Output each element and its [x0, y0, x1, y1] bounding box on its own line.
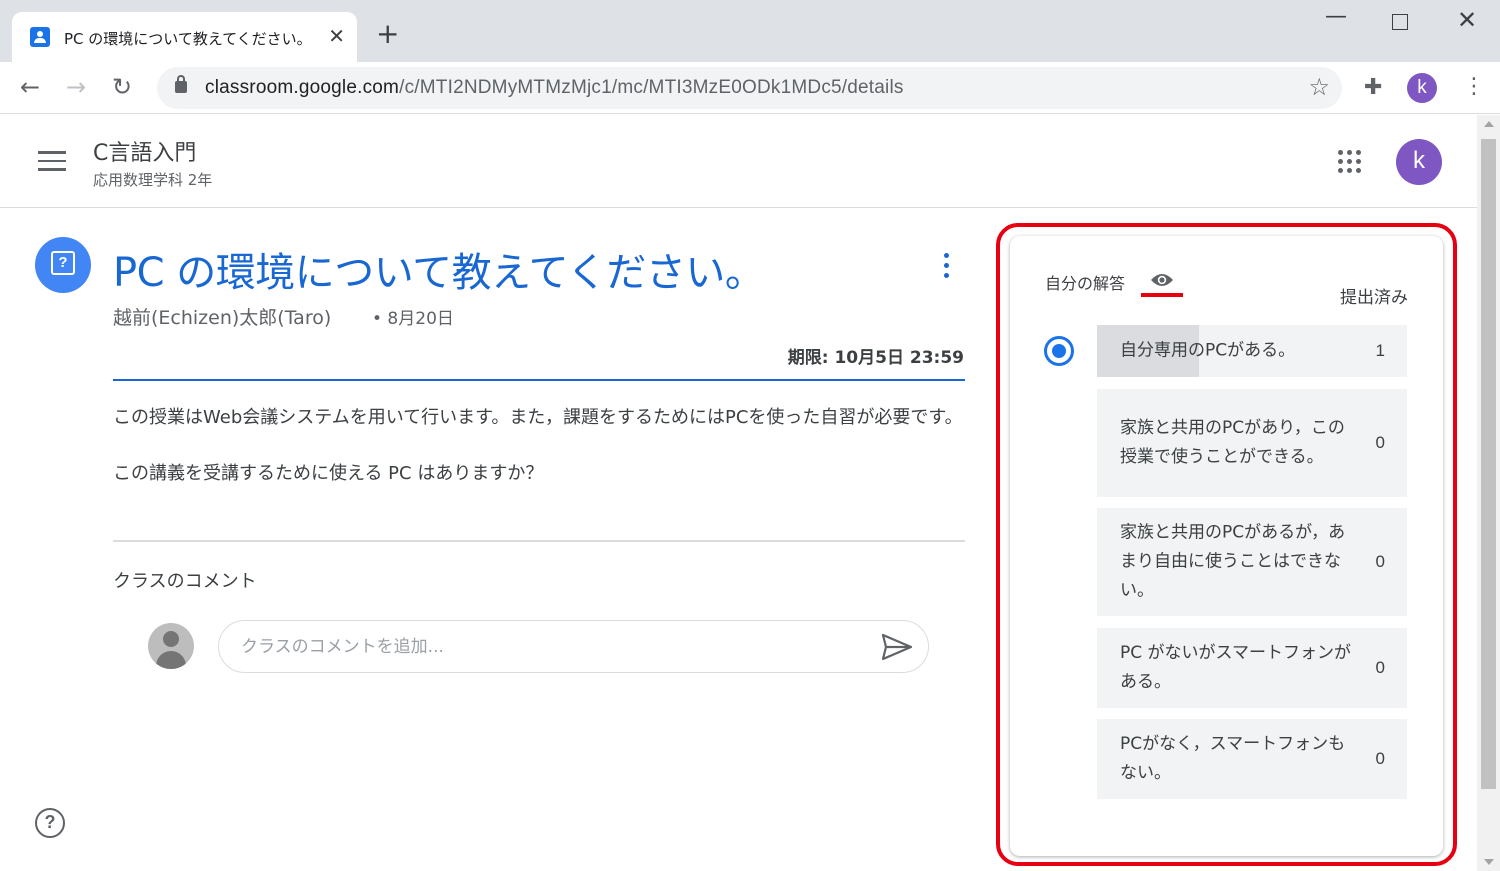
help-icon[interactable]: ? — [35, 808, 65, 838]
url-host: classroom.google.com — [205, 77, 400, 98]
classroom-app-bar: C言語入門 応用数理学科 2年 k — [0, 115, 1477, 208]
description-paragraph: この講義を受講するために使える PC はありますか？ — [113, 463, 544, 484]
browser-menu-icon[interactable]: ⋮ — [1463, 74, 1485, 99]
class-comments-label: クラスのコメント — [113, 571, 257, 592]
answer-option: PCがなく，スマートフォンもない。 0 — [1097, 719, 1407, 799]
extensions-puzzle-icon[interactable]: ✚ — [1364, 75, 1382, 100]
class-section: 応用数理学科 2年 — [93, 171, 213, 189]
answer-option-count: 0 — [1375, 658, 1385, 677]
tab-title: PC の環境について教えてください。 — [64, 30, 312, 48]
classroom-favicon-icon — [30, 27, 50, 47]
your-answer-label: 自分の解答 — [1045, 274, 1126, 293]
reload-icon[interactable]: ↻ — [112, 72, 132, 102]
question-author: 越前(Echizen)太郎(Taro) — [113, 307, 332, 329]
page-scrollbar[interactable] — [1477, 115, 1500, 871]
answer-option: 自分専用のPCがある。 1 — [1097, 325, 1407, 377]
url-text[interactable]: classroom.google.com/c/MTI2NDMyMTMzMjc1/… — [205, 77, 904, 99]
class-comment-input[interactable] — [218, 620, 929, 673]
browser-tab[interactable]: PC の環境について教えてください。 ✕ — [12, 12, 357, 62]
question-title: PC の環境について教えてください。 — [113, 250, 765, 296]
eye-highlight-underline — [1141, 293, 1183, 297]
maximize-icon[interactable] — [1392, 14, 1408, 30]
answer-option-text: PCがなく，スマートフォンもない。 — [1120, 734, 1346, 783]
address-bar[interactable]: classroom.google.com/c/MTI2NDMyMTMzMjc1/… — [157, 67, 1342, 109]
window-close-icon[interactable]: ✕ — [1457, 6, 1477, 34]
eye-icon[interactable] — [1150, 272, 1174, 288]
browser-tabstrip: PC の環境について教えてください。 ✕ + — ✕ — [0, 0, 1500, 62]
answer-option-count: 0 — [1375, 433, 1385, 452]
submission-status: 提出済み — [1340, 288, 1408, 308]
bookmark-star-icon[interactable]: ☆ — [1308, 73, 1330, 101]
scroll-down-icon[interactable] — [1484, 859, 1494, 865]
class-name[interactable]: C言語入門 — [93, 135, 196, 167]
question-description: この授業はWeb会議システムを用いて行います。また，課題をするためにはPCを使っ… — [113, 404, 965, 488]
commenter-avatar — [148, 623, 194, 669]
answer-option-count: 0 — [1375, 749, 1385, 768]
more-options-icon[interactable] — [944, 253, 950, 279]
browser-toolbar: ← → ↻ classroom.google.com/c/MTI2NDMyMTM… — [0, 62, 1500, 114]
title-divider — [113, 379, 965, 381]
answer-card: 自分の解答 提出済み 自分専用のPCがある。 1 家族と共用のPCがあり，この授… — [1010, 236, 1443, 856]
due-date: 期限: 10月5日 23:59 — [787, 348, 964, 368]
answer-option-count: 1 — [1375, 341, 1385, 360]
new-tab-icon[interactable]: + — [376, 20, 399, 48]
back-arrow-icon[interactable]: ← — [20, 72, 40, 102]
answer-option: PC がないがスマートフォンがある。 0 — [1097, 628, 1407, 708]
selected-answer-radio — [1044, 336, 1074, 366]
tab-close-icon[interactable]: ✕ — [328, 25, 345, 47]
answer-option: 家族と共用のPCがあり，この授業で使うことができる。 0 — [1097, 389, 1407, 497]
main-menu-icon[interactable] — [38, 151, 66, 171]
google-apps-icon[interactable] — [1338, 150, 1362, 174]
forward-arrow-icon[interactable]: → — [66, 72, 86, 102]
send-icon[interactable] — [881, 633, 913, 661]
answer-option-text: 家族と共用のPCがあるが，あまり自由に使うことはできない。 — [1120, 522, 1346, 601]
url-path: /c/MTI2NDMyMTMzMjc1/mc/MTI3MzE0ODk1MDc5/… — [399, 77, 904, 98]
browser-profile-avatar[interactable]: k — [1407, 73, 1437, 103]
question-icon: ? — [35, 237, 91, 293]
answer-option: 家族と共用のPCがあるが，あまり自由に使うことはできない。 0 — [1097, 508, 1407, 616]
answer-option-count: 0 — [1375, 552, 1385, 571]
lock-icon[interactable] — [175, 75, 187, 93]
answer-option-text: PC がないがスマートフォンがある。 — [1120, 643, 1352, 692]
post-date: • 8月20日 — [372, 309, 454, 329]
comments-divider — [113, 540, 965, 542]
scroll-up-icon[interactable] — [1484, 121, 1494, 127]
description-paragraph: この授業はWeb会議システムを用いて行います。また，課題をするためにはPCを使っ… — [113, 407, 963, 428]
minimize-icon[interactable]: — — [1325, 4, 1347, 29]
account-avatar[interactable]: k — [1396, 139, 1442, 185]
answer-option-text: 家族と共用のPCがあり，この授業で使うことができる。 — [1120, 418, 1345, 467]
answer-option-text: 自分専用のPCがある。 — [1120, 340, 1296, 361]
scrollbar-thumb[interactable] — [1481, 139, 1496, 789]
